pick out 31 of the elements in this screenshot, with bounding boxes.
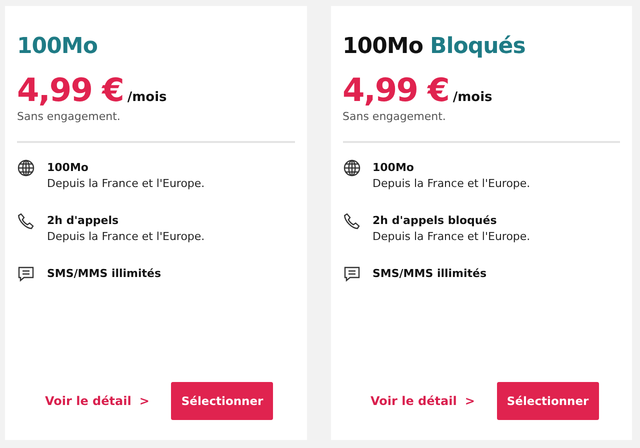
feature-detail: Depuis la France et l'Europe. [47, 177, 205, 190]
plan-title: 100Mo [342, 34, 423, 59]
feature-detail: Depuis la France et l'Europe. [372, 177, 530, 190]
plan-title: 100Mo [17, 34, 98, 59]
price-period: /mois [127, 90, 167, 105]
select-button[interactable]: Sélectionner [171, 382, 274, 420]
plan-title: Bloqués [430, 34, 526, 59]
globe-icon [342, 159, 360, 177]
price-period: /mois [452, 90, 492, 105]
feature-title: SMS/MMS illimités [47, 267, 162, 280]
feature-title: 2h d'appels [47, 214, 120, 227]
price: 4,99 € [17, 71, 124, 109]
globe-icon [17, 159, 35, 177]
commitment-note: Sans engagement. [17, 110, 122, 123]
price: 4,99 € [342, 71, 449, 109]
feature-title: 100Mo [372, 161, 415, 174]
chevron-icon: > [139, 394, 150, 408]
feature-title: 100Mo [47, 161, 90, 174]
select-button[interactable]: Sélectionner [496, 382, 599, 420]
feature-detail: Depuis la France et l'Europe. [47, 230, 205, 243]
feature-title: SMS/MMS illimités [372, 267, 487, 280]
commitment-note: Sans engagement. [342, 110, 447, 123]
details-link[interactable]: Voir le détail > [370, 394, 475, 408]
phone-icon [17, 212, 35, 230]
chevron-icon: > [464, 394, 475, 408]
details-link[interactable]: Voir le détail > [45, 394, 150, 408]
message-icon [342, 265, 360, 283]
feature-detail: Depuis la France et l'Europe. [372, 230, 530, 243]
phone-icon [342, 212, 360, 230]
message-icon [17, 265, 35, 283]
feature-title: 2h d'appels bloqués [372, 214, 498, 227]
